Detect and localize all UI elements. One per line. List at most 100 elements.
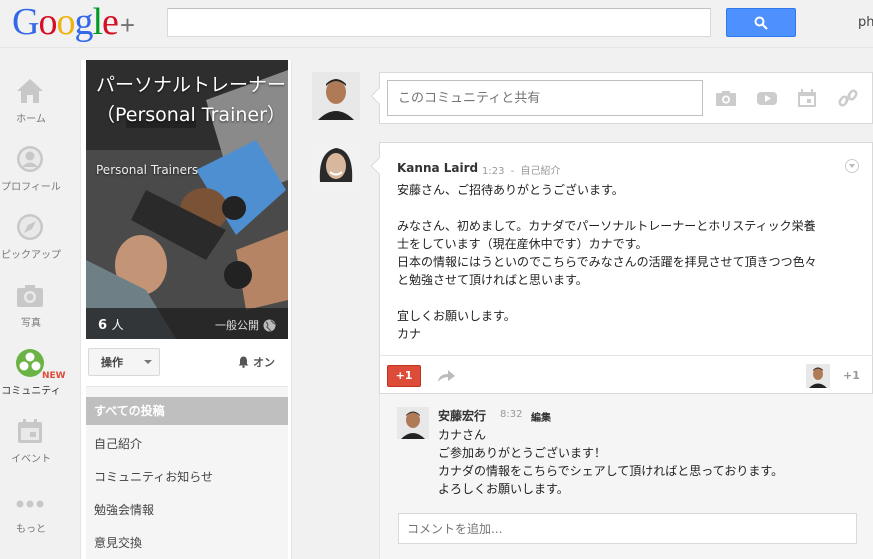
meta-separator: - <box>510 166 515 177</box>
avatar[interactable] <box>312 72 360 120</box>
post-card-notch <box>370 157 388 175</box>
member-count-value: 6 <box>98 318 108 333</box>
nav-item-photos[interactable]: 写真 <box>0 274 62 338</box>
nav-label: ホーム <box>16 114 46 125</box>
nav-label: もっと <box>16 524 46 535</box>
search-button[interactable] <box>726 8 796 37</box>
post-author[interactable]: Kanna Laird <box>397 161 478 175</box>
new-badge: NEW <box>42 371 66 381</box>
notifications-toggle[interactable]: オン <box>238 354 275 370</box>
nav-item-communities[interactable]: NEW コミュニティ <box>0 342 66 406</box>
chevron-down-icon <box>144 360 152 364</box>
category-item-study-sessions[interactable]: 勉強会情報 <box>86 496 288 524</box>
link-icon[interactable] <box>837 88 859 108</box>
post-line <box>397 199 861 217</box>
post-category[interactable]: 自己紹介 <box>520 166 560 177</box>
logo-plus: + <box>119 10 136 40</box>
community-title: パーソナルトレーナー（Personal Trainer） <box>96 74 287 126</box>
post-line: 日本の情報にはうといのでこちらでみなさんの活躍を拝見させて頂きつつ色々 <box>397 255 817 269</box>
comment-line: ご参加ありがとうございます！ <box>438 446 607 460</box>
category-item-discussion[interactable]: 意見交換 <box>86 529 288 557</box>
nav-label: 写真 <box>21 318 41 329</box>
notifications-label: オン <box>253 356 275 369</box>
nav-item-profile[interactable]: プロフィール <box>0 138 62 202</box>
logo-letter: G <box>12 1 39 43</box>
post-line: と勉強させて頂ければと思います。 <box>397 273 588 287</box>
community-sidebar: パーソナルトレーナー（Personal Trainer） Personal Tr… <box>80 60 292 559</box>
comment-author[interactable]: 安藤宏行 <box>438 407 486 424</box>
avatar[interactable] <box>806 364 830 388</box>
share-box <box>370 72 873 124</box>
post-line: 安藤さん、ご招待ありがとうございます。 <box>397 183 624 197</box>
share-arrow-icon[interactable] <box>436 369 456 383</box>
stream: Kanna Laird 1:23 - 自己紹介 安藤さん、ご招待ありがとうござい… <box>293 48 873 559</box>
comment-line: よろしくお願いします。 <box>438 482 569 496</box>
user-name[interactable]: phi <box>858 15 873 30</box>
comment-line: カナさん <box>438 428 487 442</box>
google-plus-logo[interactable]: Google + <box>12 2 135 42</box>
comment-line: カナダの情報をこちらでシェアして頂ければと思っております。 <box>438 464 784 478</box>
post-line <box>397 289 861 307</box>
visibility-label: 一般公開 <box>215 319 259 332</box>
nav-item-home[interactable]: ホーム <box>0 70 62 134</box>
post-body: 安藤さん、ご招待ありがとうございます。 みなさん、初めまして。カナダでパーソナル… <box>397 181 861 343</box>
nav-label: プロフィール <box>1 182 61 193</box>
logo-wordmark: Google <box>12 1 119 43</box>
add-comment-input[interactable] <box>398 513 857 544</box>
globe-icon <box>263 319 276 331</box>
cover-footer: 6 人 一般公開 <box>86 308 288 339</box>
share-input[interactable] <box>387 80 703 116</box>
logo-letter: l <box>92 1 103 43</box>
community-subtitle: Personal Trainers <box>96 163 199 177</box>
nav-label: コミュニティ <box>1 386 61 397</box>
post-meta: 1:23 - 自己紹介 <box>482 162 560 177</box>
search-icon <box>754 16 768 30</box>
video-icon[interactable] <box>756 88 778 108</box>
logo-letter: g <box>74 1 93 43</box>
post-menu-button[interactable] <box>845 159 859 173</box>
actions-label: 操作 <box>101 356 123 369</box>
post-line: カナ <box>397 327 422 341</box>
comment-edit-link[interactable]: 編集 <box>531 409 551 424</box>
logo-letter: o <box>38 1 57 43</box>
camera-icon <box>17 285 43 307</box>
share-box-notch <box>370 87 388 105</box>
top-bar: Google + phi <box>0 0 873 48</box>
nav-item-explore[interactable]: ピックアップ <box>0 206 62 270</box>
search-input[interactable] <box>167 8 711 37</box>
bell-icon <box>238 356 249 368</box>
actions-dropdown-button[interactable]: 操作 <box>88 348 160 376</box>
community-cover: パーソナルトレーナー（Personal Trainer） Personal Tr… <box>86 60 288 339</box>
category-item-introductions[interactable]: 自己紹介 <box>86 430 288 458</box>
post-actions: +1 +1 <box>380 355 873 395</box>
plus-one-count[interactable]: +1 <box>843 369 860 382</box>
comment-time: 8:32 <box>500 409 523 420</box>
post-time[interactable]: 1:23 <box>482 166 504 177</box>
member-count[interactable]: 6 人 <box>98 316 124 333</box>
comment-body: カナさん ご参加ありがとうございます！ カナダの情報をこちらでシェアして頂ければ… <box>438 426 858 498</box>
category-item-all-posts[interactable]: すべての投稿 <box>86 397 288 425</box>
avatar[interactable] <box>312 142 360 190</box>
visibility-status: 一般公開 <box>215 317 276 333</box>
post-line: 士をしています（現在産休中です）カナです。 <box>397 237 648 251</box>
profile-icon <box>17 146 43 172</box>
left-nav: ホーム プロフィール ピックアップ 写真 NEW コミュニティ イベント もっと <box>0 48 66 559</box>
nav-item-more[interactable]: もっと <box>0 480 62 544</box>
calendar-icon <box>18 419 42 443</box>
avatar[interactable] <box>397 407 429 439</box>
post-card: Kanna Laird 1:23 - 自己紹介 安藤さん、ご招待ありがとうござい… <box>370 142 873 395</box>
nav-item-events[interactable]: イベント <box>0 410 62 474</box>
member-count-unit: 人 <box>111 318 124 332</box>
logo-letter: o <box>56 1 75 43</box>
photo-icon[interactable] <box>715 88 737 108</box>
post-line: 宜しくお願いします。 <box>397 309 516 323</box>
comments-section: 安藤宏行 8:32 編集 カナさん ご参加ありがとうございます！ カナダの情報を… <box>379 394 873 559</box>
more-dots-icon <box>16 500 44 508</box>
plus-one-button[interactable]: +1 <box>387 365 421 387</box>
category-item-announcements[interactable]: コミュニティお知らせ <box>86 463 288 491</box>
event-icon[interactable] <box>796 88 818 108</box>
home-icon <box>17 79 43 103</box>
compass-icon <box>17 214 43 240</box>
nav-label: イベント <box>11 454 51 465</box>
post-line: みなさん、初めまして。カナダでパーソナルトレーナーとホリスティック栄養 <box>397 219 816 233</box>
